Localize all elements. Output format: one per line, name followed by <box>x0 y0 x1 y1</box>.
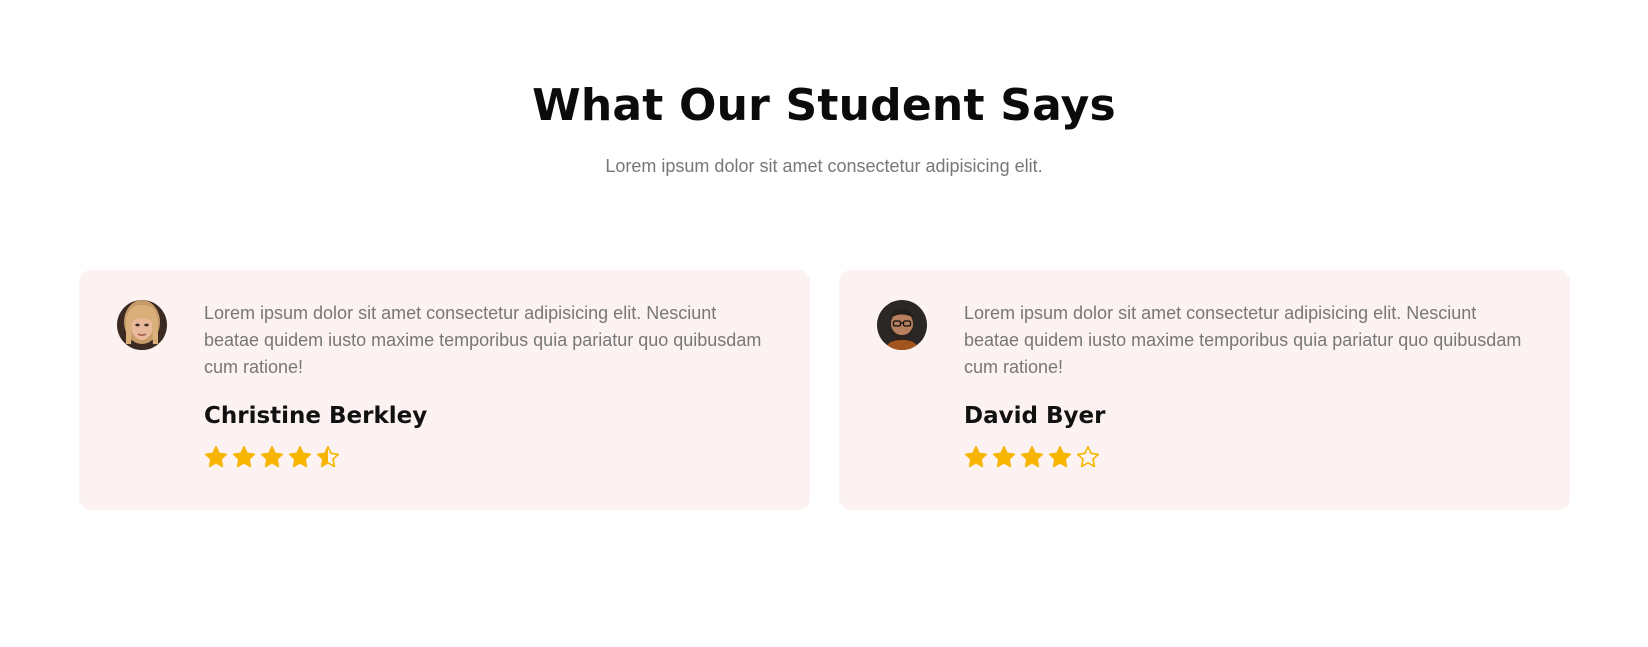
star-icon <box>1020 446 1044 468</box>
avatar <box>877 300 927 350</box>
testimonial-quote: Lorem ipsum dolor sit amet consectetur a… <box>204 303 762 377</box>
testimonial-author: David Byer <box>964 403 1106 429</box>
testimonial-author: Christine Berkley <box>204 403 428 429</box>
star-icon <box>260 446 284 468</box>
star-icon <box>964 446 988 468</box>
star-empty-icon <box>1076 446 1100 468</box>
star-icon <box>1048 446 1072 468</box>
testimonial-card: Lorem ipsum dolor sit amet consectetur a… <box>839 270 1570 510</box>
section-subtitle: Lorem ipsum dolor sit amet consectetur a… <box>605 156 1043 176</box>
section-title: What Our Student Says <box>532 80 1116 131</box>
testimonial-content: Lorem ipsum dolor sit amet consectetur a… <box>204 300 774 469</box>
star-icon <box>992 446 1016 468</box>
star-rating <box>204 445 774 469</box>
star-icon <box>232 446 256 468</box>
star-rating <box>964 445 1534 469</box>
avatar-woman-icon <box>117 300 167 350</box>
star-icon <box>288 446 312 468</box>
avatar-man-icon <box>877 300 927 350</box>
star-half-icon <box>316 446 340 468</box>
testimonial-card: Lorem ipsum dolor sit amet consectetur a… <box>79 270 810 510</box>
avatar <box>117 300 167 350</box>
testimonial-quote: Lorem ipsum dolor sit amet consectetur a… <box>964 303 1522 377</box>
testimonial-content: Lorem ipsum dolor sit amet consectetur a… <box>964 300 1534 469</box>
star-icon <box>204 446 228 468</box>
